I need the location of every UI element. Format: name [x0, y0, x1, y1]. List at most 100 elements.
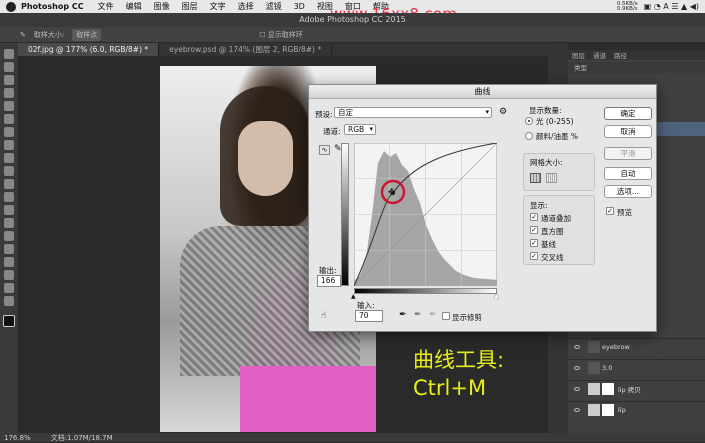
- black-eyedropper-icon[interactable]: ✒: [399, 311, 407, 320]
- crosshair-cursor-icon: ✥: [388, 188, 396, 198]
- preset-select[interactable]: 自定: [334, 107, 492, 118]
- grid-detailed-icon[interactable]: [546, 173, 557, 183]
- pigment-radio[interactable]: [525, 132, 533, 140]
- layer-thumbnail: [588, 383, 600, 395]
- eraser-tool-icon[interactable]: [4, 179, 14, 189]
- status-icons[interactable]: ▣ ◔ A ☰ ▲ ◀): [644, 2, 699, 11]
- app-menu[interactable]: Photoshop CC: [21, 2, 84, 11]
- black-point-slider-icon[interactable]: ▲: [351, 292, 356, 301]
- menu-filter[interactable]: 滤镜: [266, 1, 282, 12]
- ok-button[interactable]: 确定: [604, 107, 652, 120]
- layers-panel-tabs: 图层 通道 路径: [568, 50, 705, 60]
- doc-size[interactable]: 文档:1.07M/18.7M: [51, 433, 113, 443]
- tab-layers[interactable]: 图层: [572, 50, 585, 60]
- window-title: Adobe Photoshop CC 2015: [0, 13, 705, 27]
- menu-layer[interactable]: 图层: [182, 1, 198, 12]
- hand-tool-icon[interactable]: [4, 283, 14, 293]
- input-gradient-bar: [354, 288, 497, 294]
- menu-file[interactable]: 文件: [98, 1, 114, 12]
- gray-eyedropper-icon[interactable]: ✒: [414, 311, 422, 320]
- dodge-tool-icon[interactable]: [4, 218, 14, 228]
- show-options-group: 显示: ✓ 通道叠加 ✓ 直方图 ✓ 基线 ✓ 交叉线: [523, 195, 595, 265]
- options-button[interactable]: 选项...: [604, 185, 652, 198]
- eye-icon[interactable]: [574, 387, 580, 391]
- preview-checkbox[interactable]: ✓: [606, 207, 614, 215]
- on-image-adjust-icon[interactable]: ☝: [321, 312, 326, 321]
- eyedropper-tool-icon[interactable]: [4, 114, 14, 124]
- white-point-slider-icon[interactable]: ▲: [494, 292, 499, 301]
- type-tool-icon[interactable]: [4, 244, 14, 254]
- channel-overlay-label: 通道叠加: [541, 214, 571, 223]
- layer-mask[interactable]: [602, 383, 614, 395]
- layer-row[interactable]: lip: [568, 401, 705, 418]
- pen-tool-icon[interactable]: [4, 231, 14, 241]
- layer-row[interactable]: 3.0: [568, 359, 705, 376]
- menu-select[interactable]: 选择: [238, 1, 254, 12]
- output-field[interactable]: 166: [317, 275, 341, 287]
- status-bar: 176.8% 文档:1.07M/18.7M: [0, 433, 705, 442]
- tab-eyebrow[interactable]: eyebrow.psd @ 174% (图层 2, RGB/8#) *: [159, 43, 333, 56]
- gradient-tool-icon[interactable]: [4, 192, 14, 202]
- tutorial-caption: 曲线工具: Ctrl+M: [413, 346, 504, 402]
- foreground-color-swatch[interactable]: [3, 315, 15, 327]
- auto-button[interactable]: 自动: [604, 167, 652, 180]
- layer-row[interactable]: lip 拷贝: [568, 380, 705, 397]
- input-field[interactable]: 70: [355, 310, 383, 322]
- grid-simple-icon[interactable]: [530, 173, 541, 183]
- layer-filter[interactable]: 类型: [568, 62, 705, 73]
- show-clipping-checkbox[interactable]: [442, 312, 450, 320]
- face-region: [238, 121, 293, 196]
- marquee-tool-icon[interactable]: [4, 62, 14, 72]
- show-ring-checkbox[interactable]: ☐ 显示取样环: [259, 30, 303, 40]
- show-ring-label: 显示取样环: [267, 30, 303, 39]
- tab-02f[interactable]: 02f.jpg @ 177% (6.0, RGB/8#) *: [18, 43, 160, 56]
- histogram-label: 直方图: [541, 227, 564, 236]
- show-clipping-label: 显示修剪: [452, 313, 482, 322]
- zoom-level[interactable]: 176.8%: [4, 434, 31, 442]
- smooth-button[interactable]: 平滑: [604, 147, 652, 160]
- menu-3d[interactable]: 3D: [294, 2, 305, 11]
- eye-icon[interactable]: [574, 366, 580, 370]
- path-select-tool-icon[interactable]: [4, 257, 14, 267]
- eye-icon[interactable]: [574, 345, 580, 349]
- pigment-option-label: 颜料/油墨 %: [536, 132, 579, 141]
- brush-tool-icon[interactable]: [4, 140, 14, 150]
- channel-select[interactable]: RGB: [344, 124, 376, 135]
- stamp-tool-icon[interactable]: [4, 153, 14, 163]
- blur-tool-icon[interactable]: [4, 205, 14, 215]
- eyedropper-tool-icon: ✎: [20, 30, 26, 39]
- curve-point-mode-icon[interactable]: ∿: [319, 145, 330, 155]
- move-tool-icon[interactable]: [4, 49, 14, 59]
- preset-label: 预设:: [315, 110, 333, 119]
- curve-graph[interactable]: ✥: [354, 143, 497, 286]
- crop-tool-icon[interactable]: [4, 101, 14, 111]
- layer-mask[interactable]: [602, 404, 614, 416]
- white-eyedropper-icon[interactable]: ✒: [429, 311, 437, 320]
- preset-options-gear-icon[interactable]: ⚙: [499, 108, 507, 117]
- tab-paths[interactable]: 路径: [614, 50, 627, 60]
- grid-size-group: 网格大小:: [523, 153, 595, 191]
- tab-channels[interactable]: 通道: [593, 50, 606, 60]
- intersection-line-checkbox[interactable]: ✓: [530, 252, 538, 260]
- history-brush-tool-icon[interactable]: [4, 166, 14, 176]
- channel-overlay-checkbox[interactable]: ✓: [530, 213, 538, 221]
- healing-tool-icon[interactable]: [4, 127, 14, 137]
- menu-edit[interactable]: 编辑: [126, 1, 142, 12]
- menu-type[interactable]: 文字: [210, 1, 226, 12]
- caption-line-2: Ctrl+M: [413, 376, 487, 400]
- apple-icon[interactable]: [6, 1, 16, 12]
- sample-size-select[interactable]: 取样点: [72, 28, 102, 41]
- quick-select-tool-icon[interactable]: [4, 88, 14, 98]
- baseline-checkbox[interactable]: ✓: [530, 239, 538, 247]
- histogram-checkbox[interactable]: ✓: [530, 226, 538, 234]
- menu-image[interactable]: 图像: [154, 1, 170, 12]
- cancel-button[interactable]: 取消: [604, 125, 652, 138]
- shape-tool-icon[interactable]: [4, 270, 14, 280]
- menu-extras: 0.5KB/s 0.9KB/s ▣ ◔ A ☰ ▲ ◀): [617, 1, 705, 12]
- light-radio[interactable]: [525, 117, 533, 125]
- lasso-tool-icon[interactable]: [4, 75, 14, 85]
- layer-row[interactable]: eyebrow: [568, 338, 705, 355]
- zoom-tool-icon[interactable]: [4, 296, 14, 306]
- filter-kind-select[interactable]: 类型: [574, 64, 587, 72]
- eye-icon[interactable]: [574, 408, 580, 412]
